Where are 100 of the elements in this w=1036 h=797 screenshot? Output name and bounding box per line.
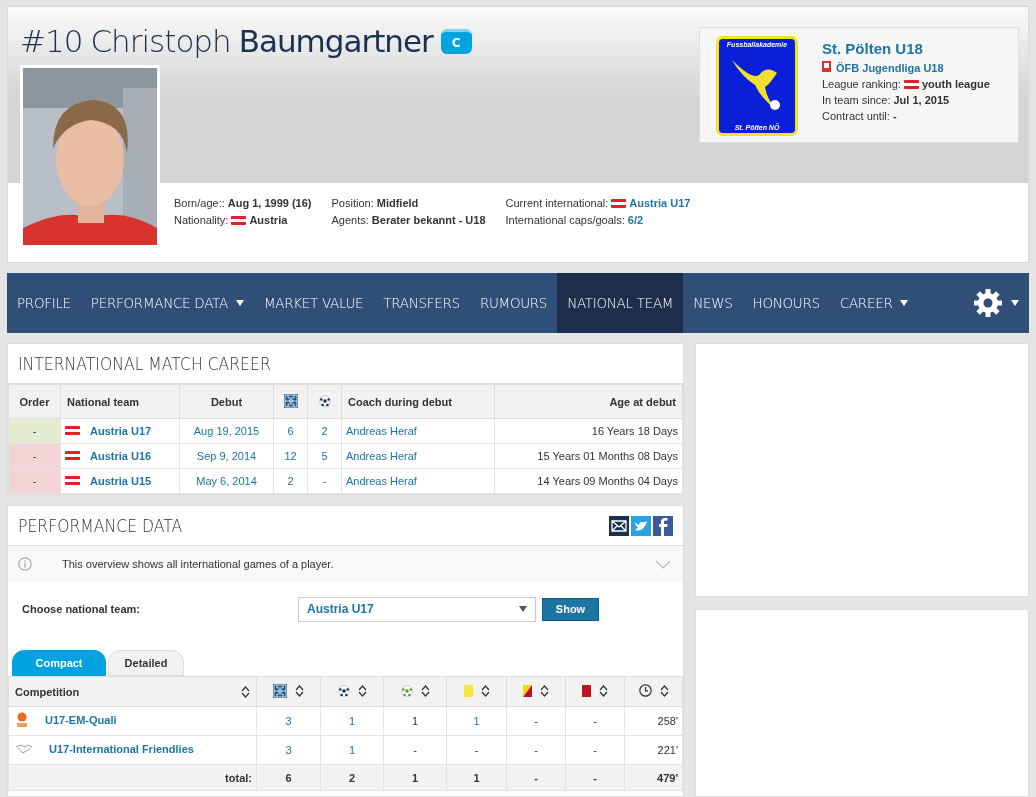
table-cell: 5: [307, 443, 342, 469]
order-cell: -: [8, 418, 61, 444]
nav-tab[interactable]: HONOURS: [742, 273, 830, 333]
view-tab[interactable]: Detailed: [108, 650, 184, 676]
order-cell: -: [8, 443, 61, 469]
nav-tab[interactable]: NATIONAL TEAM: [557, 273, 684, 333]
facebook-icon[interactable]: [653, 515, 673, 536]
player-detail: International caps/goals: 6/2: [505, 214, 645, 226]
nav-tab[interactable]: MARKET VALUE: [253, 273, 374, 333]
nav-tab[interactable]: PROFILE: [7, 273, 81, 333]
caret-icon: [1011, 300, 1019, 306]
debut-link[interactable]: Aug 19, 2015: [179, 418, 274, 444]
ball-icon: [318, 394, 331, 407]
player-number: #10: [20, 23, 83, 59]
table-cell: 12: [273, 443, 308, 469]
table-cell: 14 Years 09 Months 04 Days: [494, 468, 683, 494]
table-cell: 3: [256, 706, 321, 736]
league-icon: [822, 61, 831, 72]
nav-tab[interactable]: TRANSFERS: [373, 273, 470, 333]
pitch-icon: [283, 393, 298, 408]
player-detail: Position: Midfield: [331, 197, 420, 209]
flag-icon: [65, 426, 80, 436]
table-cell: 6: [273, 418, 308, 444]
table-cell: 1: [446, 706, 507, 736]
table-cell: 15 Years 01 Months 08 Days: [494, 443, 683, 469]
ball-icon: [400, 684, 413, 697]
sort-icon[interactable]: [420, 684, 430, 697]
table-cell: 1: [320, 706, 384, 736]
coach-link[interactable]: Andreas Heraf: [341, 418, 495, 444]
table-cell: 2: [273, 468, 308, 494]
column-header: Coach during debut: [341, 384, 495, 419]
settings-icon[interactable]: [973, 288, 1003, 318]
table-cell: -: [446, 735, 507, 765]
table-cell: -: [506, 735, 566, 765]
table-cell: -: [506, 706, 566, 736]
club-fact: League ranking: youth league: [822, 78, 990, 90]
nav-tab[interactable]: RUMOURS: [469, 273, 558, 333]
order-cell: -: [8, 468, 61, 494]
clock-icon: [638, 684, 652, 697]
sort-icon[interactable]: [540, 684, 549, 697]
info-text: This overview shows all international games of a player.: [62, 558, 334, 570]
column-header: Age at debut: [494, 384, 683, 419]
table-cell: 1: [320, 735, 384, 765]
player-first-name: Christoph: [90, 23, 231, 59]
sort-icon[interactable]: [295, 684, 304, 697]
pitch-icon: [273, 683, 287, 698]
show-button[interactable]: Show: [542, 597, 599, 621]
sort-icon[interactable]: [241, 685, 250, 698]
field-label: Choose national team:: [22, 603, 141, 615]
table-cell: -: [565, 706, 625, 736]
table-cell: 258': [624, 706, 683, 736]
table-cell: -: [565, 735, 625, 765]
caret-icon: [235, 300, 244, 306]
table-cell: -: [307, 468, 342, 494]
league-link[interactable]: ÖFB Jugendliga U18: [822, 61, 990, 74]
section-title: PERFORMANCE DATA: [18, 515, 183, 536]
card-icon: [463, 684, 473, 697]
nav-tab[interactable]: PERFORMANCE DATA: [80, 273, 254, 333]
player-detail: Nationality: Austria: [174, 214, 289, 226]
team-select[interactable]: Austria U17: [298, 596, 536, 622]
info-icon: [18, 557, 32, 571]
nav-tab[interactable]: NEWS: [683, 273, 743, 333]
competition-link[interactable]: U17-EM-Quali: [45, 714, 117, 726]
table-cell: -: [383, 735, 447, 765]
club-fact: Contract until: -: [822, 110, 898, 122]
table-cell: 221': [624, 735, 683, 765]
sort-icon[interactable]: [659, 684, 669, 697]
player-detail: Current international: Austria U17: [505, 197, 691, 209]
view-tab[interactable]: Compact: [12, 650, 106, 676]
caret-icon: [900, 300, 909, 306]
player-detail: Agents: Berater bekannt - U18: [331, 214, 486, 226]
sort-icon[interactable]: [599, 684, 608, 697]
card-icon: [582, 684, 591, 697]
flag-icon: [231, 215, 247, 225]
caret-icon: [519, 606, 527, 612]
table-cell: 16 Years 18 Days: [494, 418, 683, 444]
club-name[interactable]: St. Pölten U18: [822, 40, 990, 57]
table-cell: 3: [256, 735, 321, 765]
captain-badge: C: [440, 28, 472, 54]
ball-icon: [337, 684, 350, 697]
debut-link[interactable]: Sep 9, 2014: [179, 443, 274, 469]
nav-tab[interactable]: CAREER: [829, 273, 919, 333]
split-card-icon: [523, 684, 532, 697]
coach-link[interactable]: Andreas Heraf: [341, 443, 495, 469]
coach-link[interactable]: Andreas Heraf: [341, 468, 495, 494]
total-label: total:: [8, 764, 257, 791]
flag-icon: [611, 198, 627, 208]
table-cell: 2: [307, 418, 342, 444]
club-fact: In team since: Jul 1, 2015: [822, 94, 951, 106]
section-title: INTERNATIONAL MATCH CAREER: [18, 353, 271, 374]
flag-icon: [65, 476, 80, 486]
player-last-name: Baumgartner: [238, 23, 433, 59]
column-header: National team: [60, 384, 180, 419]
sort-icon[interactable]: [480, 684, 490, 697]
flag-icon: [65, 451, 80, 461]
player-detail: Born/age:: Aug 1, 1999 (16): [174, 197, 312, 209]
debut-link[interactable]: May 6, 2014: [179, 468, 274, 494]
mail-icon[interactable]: [609, 515, 629, 536]
column-header: Competition: [15, 685, 80, 698]
sort-icon[interactable]: [357, 684, 367, 697]
